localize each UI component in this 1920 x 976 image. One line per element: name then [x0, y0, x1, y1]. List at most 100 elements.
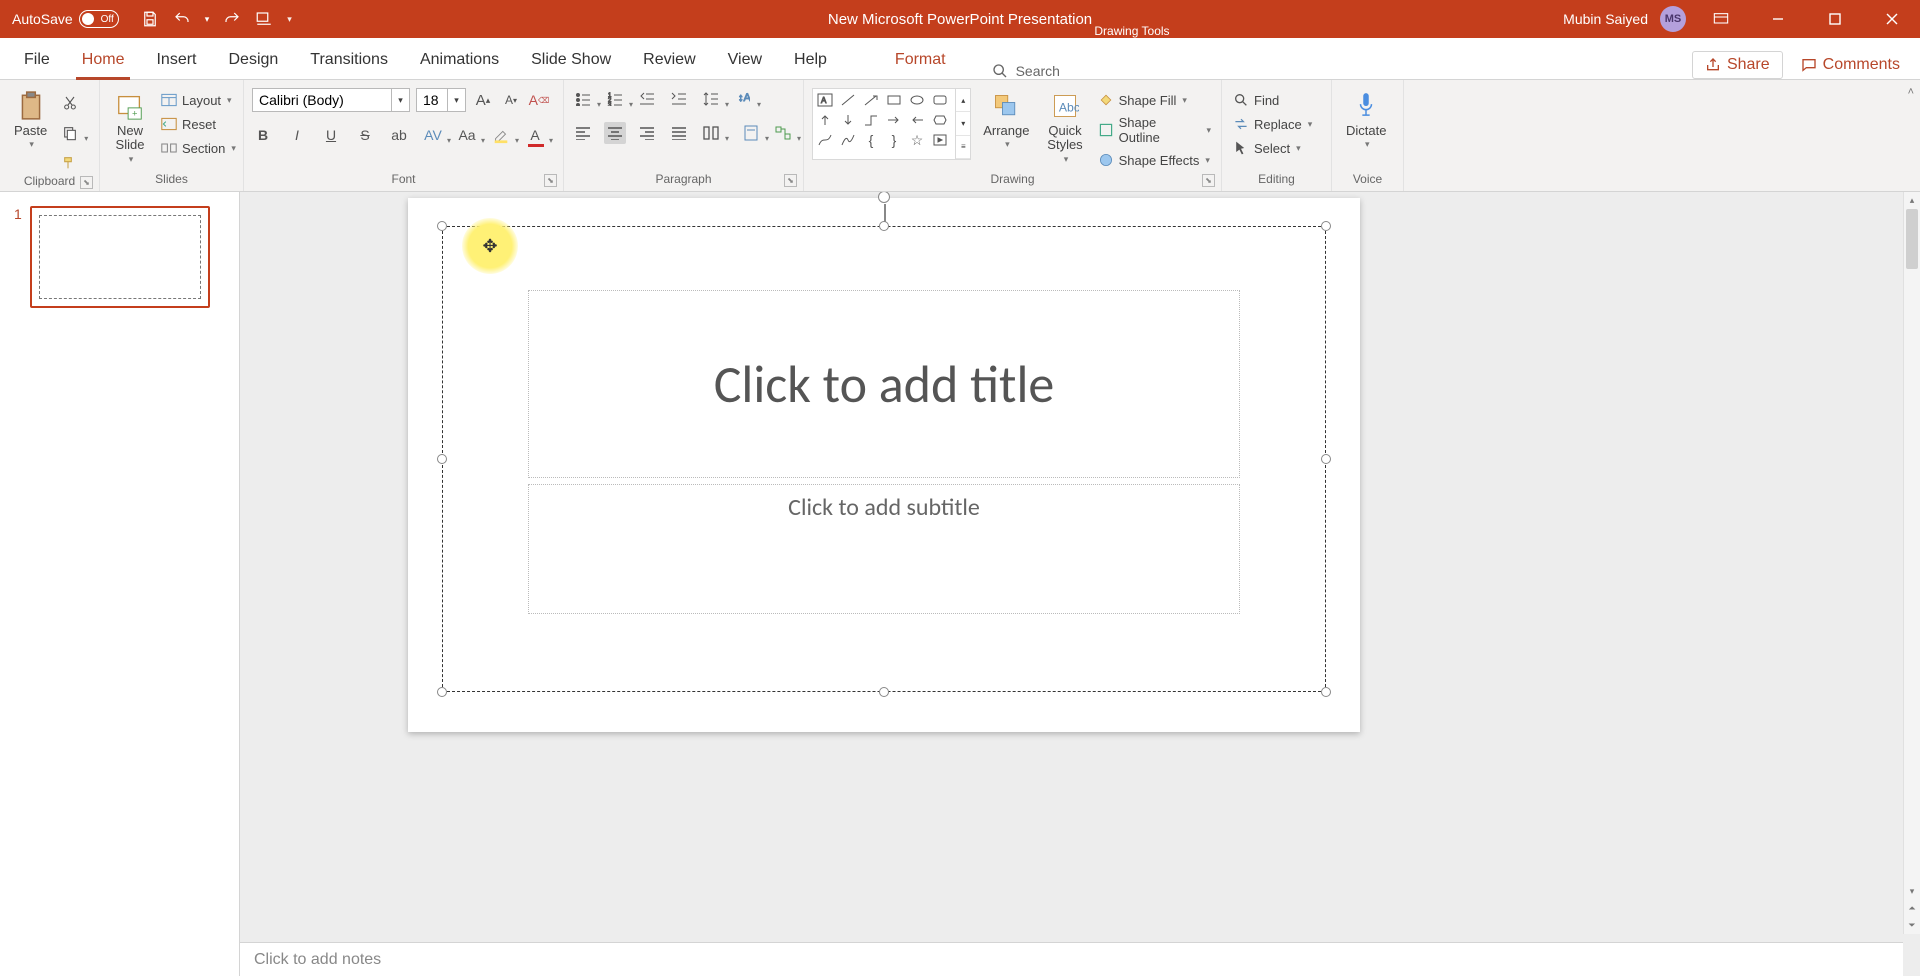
font-size-input[interactable] [416, 88, 448, 112]
font-size-dropdown-icon[interactable]: ▾ [448, 88, 466, 112]
drawing-launcher-icon[interactable]: ⬊ [1202, 174, 1215, 187]
share-button[interactable]: Share [1692, 51, 1783, 79]
minimize-button[interactable] [1755, 0, 1800, 38]
font-color-button[interactable]: A [524, 124, 546, 146]
scroll-down-icon[interactable]: ▾ [1904, 883, 1920, 900]
right-brace-icon[interactable]: } [885, 132, 903, 148]
tab-help[interactable]: Help [778, 41, 843, 79]
columns-button[interactable] [700, 122, 722, 144]
find-button[interactable]: Find [1230, 90, 1314, 110]
resize-handle-t[interactable] [879, 221, 889, 231]
collapse-ribbon-icon[interactable]: ˄ [1908, 86, 1914, 98]
quick-styles-button[interactable]: Abc Quick Styles▾ [1041, 88, 1088, 166]
curve-shape-icon[interactable] [816, 132, 834, 148]
line-shape-icon[interactable] [839, 92, 857, 108]
prev-slide-icon[interactable]: ⏶ [1904, 900, 1920, 917]
strikethrough-button[interactable]: S [354, 124, 376, 146]
smartart-button[interactable] [772, 122, 794, 144]
align-text-button[interactable] [740, 122, 762, 144]
clipboard-launcher-icon[interactable]: ⬊ [80, 176, 93, 189]
resize-handle-l[interactable] [437, 454, 447, 464]
tab-transitions[interactable]: Transitions [294, 41, 404, 79]
scroll-thumb[interactable] [1906, 209, 1918, 269]
undo-icon[interactable] [173, 10, 191, 28]
tab-view[interactable]: View [712, 41, 778, 79]
font-name-input[interactable] [252, 88, 392, 112]
underline-button[interactable]: U [320, 124, 342, 146]
maximize-button[interactable] [1812, 0, 1857, 38]
rectangle-shape-icon[interactable] [885, 92, 903, 108]
hexagon-shape-icon[interactable] [931, 112, 949, 128]
ribbon-display-options-icon[interactable] [1698, 0, 1743, 38]
resize-handle-b[interactable] [879, 687, 889, 697]
italic-button[interactable]: I [286, 124, 308, 146]
dictate-button[interactable]: Dictate▾ [1340, 88, 1392, 152]
resize-handle-tr[interactable] [1321, 221, 1331, 231]
save-icon[interactable] [141, 10, 159, 28]
oval-shape-icon[interactable] [908, 92, 926, 108]
rotate-handle[interactable] [878, 192, 890, 203]
cut-button[interactable] [59, 92, 81, 114]
arrow-right-shape-icon[interactable] [885, 112, 903, 128]
subtitle-placeholder[interactable]: Click to add subtitle [528, 484, 1240, 614]
decrease-indent-button[interactable] [636, 88, 658, 110]
select-button[interactable]: Select▾ [1230, 138, 1314, 158]
arrow-left-shape-icon[interactable] [908, 112, 926, 128]
search-box[interactable]: Search [980, 63, 1072, 79]
decrease-font-icon[interactable]: A▾ [500, 89, 522, 111]
freeform-shape-icon[interactable] [839, 132, 857, 148]
bold-button[interactable]: B [252, 124, 274, 146]
character-spacing-button[interactable]: AV [422, 124, 444, 146]
tab-slideshow[interactable]: Slide Show [515, 41, 627, 79]
tab-format[interactable]: Format [879, 41, 962, 79]
user-name[interactable]: Mubin Saiyed [1563, 11, 1648, 27]
slide[interactable]: ✥ Click to add title Click to add subtit… [408, 198, 1360, 732]
action-button-icon[interactable] [931, 132, 949, 148]
slide-thumbnail-1[interactable] [30, 206, 210, 308]
start-from-beginning-icon[interactable] [255, 10, 273, 28]
redo-icon[interactable] [223, 10, 241, 28]
text-shadow-button[interactable]: ab [388, 124, 410, 146]
shapes-gallery[interactable]: A { } ☆ ▴▾≡ [812, 88, 971, 160]
qat-customize-icon[interactable]: ▾ [287, 14, 292, 25]
tab-animations[interactable]: Animations [404, 41, 515, 79]
resize-handle-bl[interactable] [437, 687, 447, 697]
highlight-button[interactable] [490, 124, 512, 146]
layout-button[interactable]: Layout▾ [158, 90, 238, 110]
numbering-button[interactable]: 123 [604, 88, 626, 110]
resize-handle-br[interactable] [1321, 687, 1331, 697]
line-spacing-button[interactable] [700, 88, 722, 110]
comments-button[interactable]: Comments [1801, 56, 1900, 74]
next-slide-icon[interactable]: ⏷ [1904, 917, 1920, 934]
resize-handle-tl[interactable] [437, 221, 447, 231]
bullets-button[interactable] [572, 88, 594, 110]
tab-insert[interactable]: Insert [140, 41, 212, 79]
justify-button[interactable] [668, 122, 690, 144]
shapes-scroller[interactable]: ▴▾≡ [955, 89, 970, 159]
arrow-line-icon[interactable] [862, 92, 880, 108]
copy-button[interactable] [59, 122, 81, 144]
increase-indent-button[interactable] [668, 88, 690, 110]
arrow-down-shape-icon[interactable] [839, 112, 857, 128]
scroll-up-icon[interactable]: ▴ [1904, 192, 1920, 209]
vertical-scrollbar[interactable]: ▴ ▾ ⏶ ⏷ [1903, 192, 1920, 934]
font-name-dropdown-icon[interactable]: ▾ [392, 88, 410, 112]
star-shape-icon[interactable]: ☆ [908, 132, 926, 148]
change-case-button[interactable]: Aa [456, 124, 478, 146]
resize-handle-r[interactable] [1321, 454, 1331, 464]
autosave-toggle[interactable]: Off [79, 10, 119, 28]
align-left-button[interactable] [572, 122, 594, 144]
tab-home[interactable]: Home [66, 41, 141, 79]
arrow-up-shape-icon[interactable] [816, 112, 834, 128]
notes-pane[interactable]: Click to add notes [240, 942, 1903, 976]
close-button[interactable] [1869, 0, 1914, 38]
slide-canvas-pane[interactable]: ✥ Click to add title Click to add subtit… [240, 192, 1920, 976]
user-avatar[interactable]: MS [1660, 6, 1686, 32]
font-launcher-icon[interactable]: ⬊ [544, 174, 557, 187]
shape-effects-button[interactable]: Shape Effects▾ [1095, 150, 1213, 170]
title-placeholder[interactable]: Click to add title [528, 290, 1240, 478]
left-brace-icon[interactable]: { [862, 132, 880, 148]
textbox-shape-icon[interactable]: A [816, 92, 834, 108]
format-painter-button[interactable] [59, 152, 81, 174]
rounded-rect-shape-icon[interactable] [931, 92, 949, 108]
